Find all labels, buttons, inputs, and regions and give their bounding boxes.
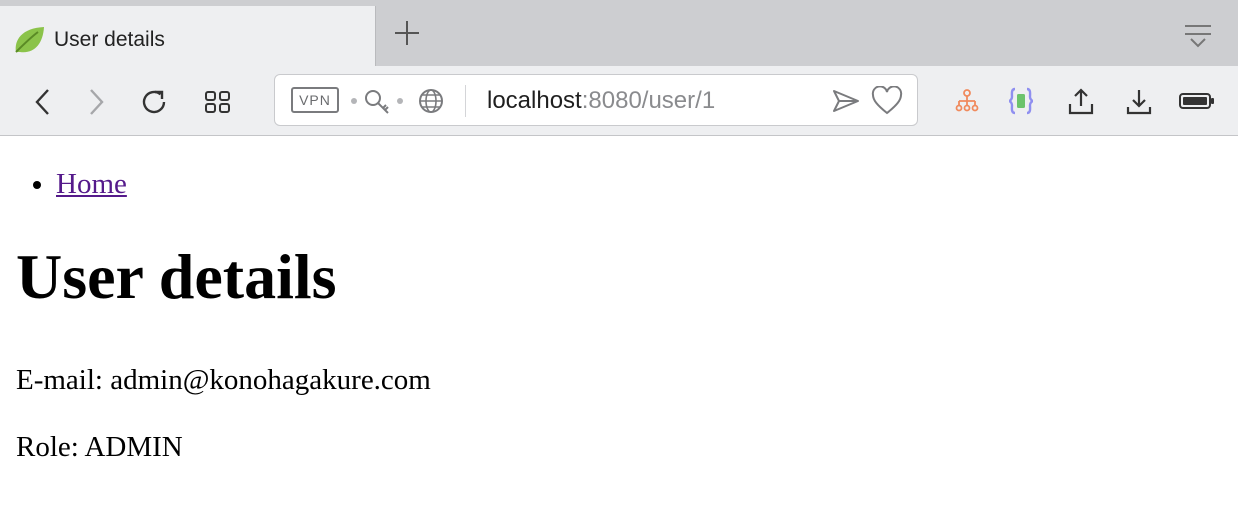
sitemap-icon[interactable] (952, 86, 982, 116)
separator-dot (397, 98, 403, 104)
nav-list: Home (0, 168, 127, 201)
plus-icon[interactable] (392, 18, 422, 48)
chevron-left-icon[interactable] (28, 86, 60, 118)
home-link[interactable]: Home (56, 168, 127, 200)
browser-tab[interactable]: User details (0, 6, 376, 66)
tab-title: User details (54, 28, 165, 51)
user-role: Role: ADMIN (16, 431, 183, 463)
chevron-right-icon[interactable] (80, 86, 112, 118)
send-icon[interactable] (831, 87, 861, 115)
address-separator (465, 85, 466, 117)
share-icon[interactable] (1066, 86, 1096, 116)
globe-icon[interactable] (417, 87, 445, 115)
url-text[interactable]: localhost:8080/user/1 (487, 87, 715, 115)
separator-dot (351, 98, 357, 104)
tab-strip: User details (0, 0, 1238, 66)
reload-icon[interactable] (138, 86, 170, 118)
braces-icon[interactable] (1006, 86, 1036, 116)
user-email: E-mail: admin@konohagakure.com (16, 364, 431, 396)
spring-leaf-icon (15, 27, 44, 53)
tab-menu-icon[interactable] (1182, 20, 1214, 50)
heart-icon[interactable] (871, 86, 903, 116)
key-icon[interactable] (363, 87, 393, 115)
nav-item: Home (56, 168, 127, 201)
grid-icon[interactable] (202, 86, 234, 118)
download-icon[interactable] (1124, 86, 1154, 116)
page-content: Home User details E-mail: admin@konohaga… (0, 136, 1238, 522)
page-title: User details (16, 241, 337, 312)
browser-toolbar: VPN localhost:8080/user/1 (0, 66, 1238, 136)
address-bar[interactable]: VPN localhost:8080/user/1 (274, 74, 918, 126)
vpn-badge[interactable]: VPN (291, 87, 339, 113)
url-host: localhost (487, 87, 582, 114)
url-path: :8080/user/1 (581, 87, 716, 114)
battery-icon[interactable] (1178, 86, 1216, 116)
